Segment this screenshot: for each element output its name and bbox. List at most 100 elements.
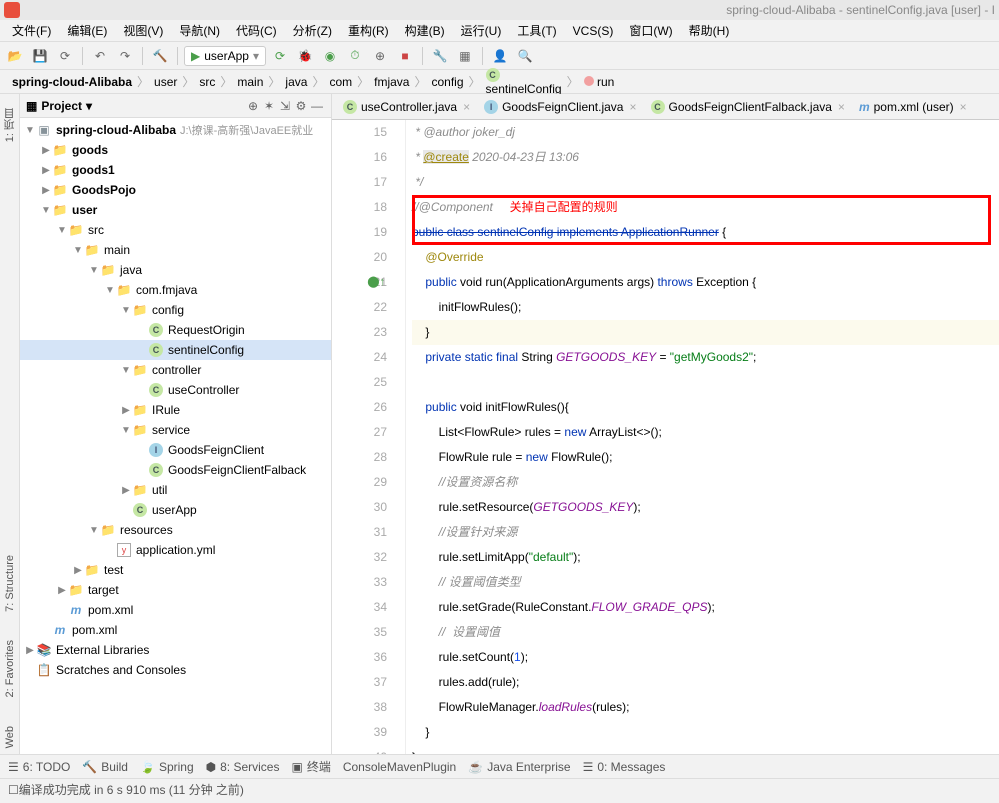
select-opened-icon[interactable]: ⊕: [245, 98, 261, 114]
crumb-method[interactable]: run: [580, 75, 619, 89]
tree-goodspojo[interactable]: ▶📁GoodsPojo: [20, 180, 331, 200]
tab-cmp[interactable]: ConsoleMavenPlugin: [343, 760, 456, 774]
search-icon[interactable]: 🔍: [514, 45, 536, 67]
tree-pkg[interactable]: ▼📁com.fmjava: [20, 280, 331, 300]
expand-icon[interactable]: ✶: [261, 98, 277, 114]
tree-extlib[interactable]: ▶📚External Libraries: [20, 640, 331, 660]
crumb-user[interactable]: user: [150, 75, 181, 89]
tree-test[interactable]: ▶📁test: [20, 560, 331, 580]
tree-src[interactable]: ▼📁src: [20, 220, 331, 240]
run-icon[interactable]: ⟳: [269, 45, 291, 67]
tab-todo[interactable]: ☰ 6: TODO: [8, 760, 70, 774]
side-project[interactable]: 1: 项目: [0, 102, 20, 148]
tree-goods[interactable]: ▶📁goods: [20, 140, 331, 160]
menu-analyze[interactable]: 分析(Z): [285, 20, 340, 41]
tree-sentinelconfig[interactable]: CsentinelConfig: [20, 340, 331, 360]
tab-build[interactable]: 🔨 Build: [82, 760, 128, 774]
tree-appyml[interactable]: yapplication.yml: [20, 540, 331, 560]
build-icon[interactable]: 🔨: [149, 45, 171, 67]
collapse-icon[interactable]: ⇲: [277, 98, 293, 114]
override-icon[interactable]: ⬤↑: [367, 270, 385, 295]
menu-refactor[interactable]: 重构(R): [340, 20, 397, 41]
tree-target[interactable]: ▶📁target: [20, 580, 331, 600]
tree-config[interactable]: ▼📁config: [20, 300, 331, 320]
menubar: 文件(F) 编辑(E) 视图(V) 导航(N) 代码(C) 分析(Z) 重构(R…: [0, 20, 999, 42]
tree-main[interactable]: ▼📁main: [20, 240, 331, 260]
open-icon[interactable]: 📂: [4, 45, 26, 67]
editor-body[interactable]: 151617181920 21⬤↑ 2223242526272829303132…: [332, 120, 999, 754]
tree-java[interactable]: ▼📁java: [20, 260, 331, 280]
tree-scratch[interactable]: 📋Scratches and Consoles: [20, 660, 331, 680]
tree-gfcf[interactable]: CGoodsFeignClientFalback: [20, 460, 331, 480]
tree-pomuser[interactable]: mpom.xml: [20, 600, 331, 620]
menu-nav[interactable]: 导航(N): [171, 20, 228, 41]
crumb-java[interactable]: java: [281, 75, 311, 89]
tree-requestorigin[interactable]: CRequestOrigin: [20, 320, 331, 340]
crumb-fmjava[interactable]: fmjava: [370, 75, 413, 89]
tab-gfc[interactable]: IGoodsFeignClient.java×: [477, 95, 643, 119]
tab-gfcf[interactable]: CGoodsFeignClientFalback.java×: [644, 95, 852, 119]
tree-pomroot[interactable]: mpom.xml: [20, 620, 331, 640]
tab-services[interactable]: ⬢ 8: Services: [206, 760, 280, 774]
tab-pom[interactable]: mpom.xml (user)×: [852, 95, 974, 119]
tree-root[interactable]: ▼▣spring-cloud-AlibabaJ:\撩课-高新强\JavaEE就业: [20, 120, 331, 140]
menu-edit[interactable]: 编辑(E): [59, 20, 115, 41]
tree-resources[interactable]: ▼📁resources: [20, 520, 331, 540]
toolbar: 📂 💾 ⟳ ↶ ↷ 🔨 ▶userApp▾ ⟳ 🐞 ◉ ⏱ ⊕ ■ 🔧 ▦ 👤 …: [0, 42, 999, 70]
tree-service[interactable]: ▼📁service: [20, 420, 331, 440]
attach-icon[interactable]: ⊕: [369, 45, 391, 67]
avatar-icon[interactable]: 👤: [489, 45, 511, 67]
crumb-main[interactable]: main: [233, 75, 267, 89]
settings-icon[interactable]: ⚙: [293, 98, 309, 114]
tree-goods1[interactable]: ▶📁goods1: [20, 160, 331, 180]
crumb-class[interactable]: C sentinelConfig: [482, 68, 566, 96]
settings-icon[interactable]: 🔧: [429, 45, 451, 67]
debug-icon[interactable]: 🐞: [294, 45, 316, 67]
tree-irule[interactable]: ▶📁IRule: [20, 400, 331, 420]
redo-icon[interactable]: ↷: [114, 45, 136, 67]
side-structure[interactable]: 7: Structure: [2, 549, 18, 618]
save-icon[interactable]: 💾: [29, 45, 51, 67]
tab-je[interactable]: ☕ Java Enterprise: [468, 760, 570, 774]
tab-spring[interactable]: 🍃 Spring: [140, 760, 194, 774]
close-icon[interactable]: ×: [463, 100, 470, 114]
run-config-select[interactable]: ▶userApp▾: [184, 46, 266, 66]
close-icon[interactable]: ×: [838, 100, 845, 114]
side-favorites[interactable]: 2: Favorites: [2, 634, 18, 703]
menu-window[interactable]: 窗口(W): [621, 20, 680, 41]
tab-terminal[interactable]: ▣ 终端: [291, 758, 330, 775]
menu-help[interactable]: 帮助(H): [681, 20, 738, 41]
close-icon[interactable]: ×: [960, 100, 967, 114]
close-icon[interactable]: ×: [629, 100, 636, 114]
menu-view[interactable]: 视图(V): [115, 20, 171, 41]
menu-code[interactable]: 代码(C): [228, 20, 285, 41]
crumb-src[interactable]: src: [195, 75, 219, 89]
crumb-root[interactable]: spring-cloud-Alibaba: [8, 75, 136, 89]
tree-controller[interactable]: ▼📁controller: [20, 360, 331, 380]
undo-icon[interactable]: ↶: [89, 45, 111, 67]
menu-build[interactable]: 构建(B): [397, 20, 453, 41]
tab-usecontroller[interactable]: CuseController.java×: [336, 95, 477, 119]
tree-usecontroller[interactable]: CuseController: [20, 380, 331, 400]
tree-userapp[interactable]: CuserApp: [20, 500, 331, 520]
menu-file[interactable]: 文件(F): [4, 20, 59, 41]
project-structure-icon[interactable]: ▦: [454, 45, 476, 67]
crumb-com[interactable]: com: [325, 75, 356, 89]
tab-messages[interactable]: ☰ 0: Messages: [583, 760, 666, 774]
tree-gfc[interactable]: IGoodsFeignClient: [20, 440, 331, 460]
menu-vcs[interactable]: VCS(S): [565, 22, 622, 40]
hide-icon[interactable]: —: [309, 98, 325, 114]
coverage-icon[interactable]: ◉: [319, 45, 341, 67]
menu-tools[interactable]: 工具(T): [509, 20, 564, 41]
project-tree[interactable]: ▼▣spring-cloud-AlibabaJ:\撩课-高新强\JavaEE就业…: [20, 118, 331, 754]
tree-user[interactable]: ▼📁user: [20, 200, 331, 220]
stop-icon[interactable]: ■: [394, 45, 416, 67]
side-web[interactable]: Web: [2, 720, 18, 754]
refresh-icon[interactable]: ⟳: [54, 45, 76, 67]
profile-icon[interactable]: ⏱: [344, 45, 366, 67]
tree-util[interactable]: ▶📁util: [20, 480, 331, 500]
code-content[interactable]: * @author joker_dj * @create 2020-04-23日…: [406, 120, 999, 754]
crumb-config[interactable]: config: [428, 75, 468, 89]
gutter[interactable]: 151617181920 21⬤↑ 2223242526272829303132…: [332, 120, 406, 754]
menu-run[interactable]: 运行(U): [453, 20, 510, 41]
